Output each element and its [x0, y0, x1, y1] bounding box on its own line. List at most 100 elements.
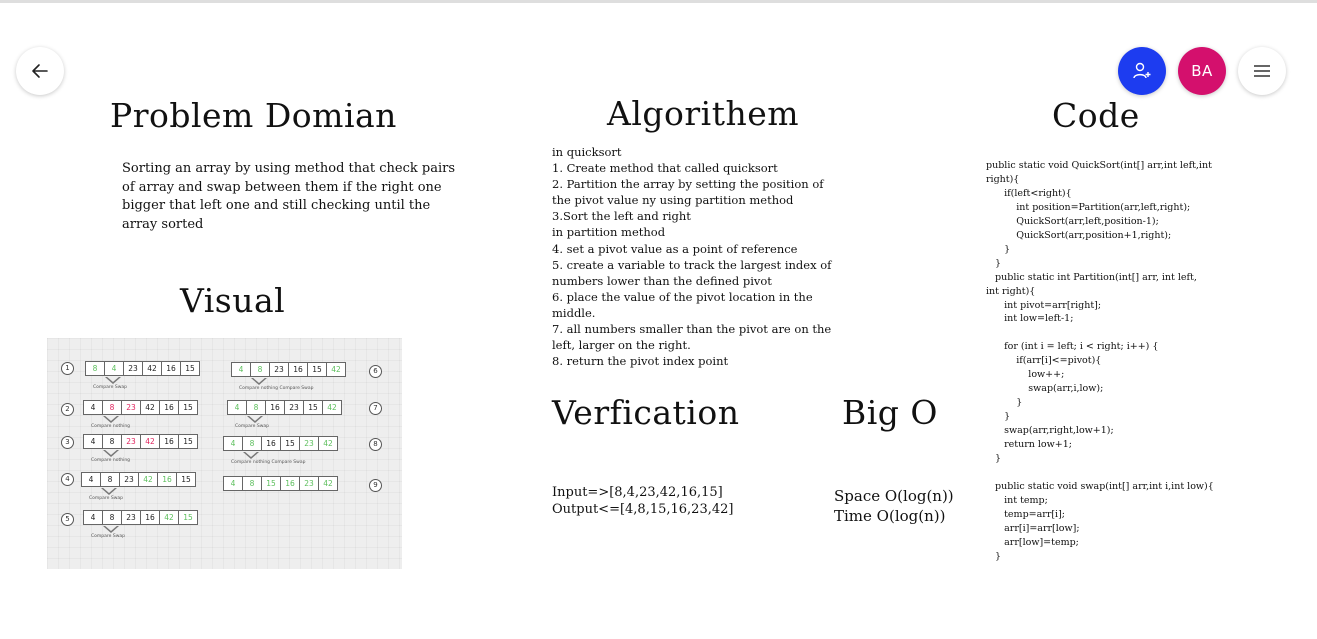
step-caption: Compare Swap [93, 385, 127, 390]
step-number: 3 [61, 436, 74, 449]
array-cell: 16 [266, 401, 285, 414]
array-cell: 8 [243, 437, 262, 450]
step-caption: Compare Swap [235, 424, 269, 429]
big-o-text: Space O(log(n)) Time O(log(n)) [834, 486, 954, 526]
code-line: if(left<right){ [986, 187, 1072, 199]
algorithm-line: 1. Create method that called quicksort [552, 161, 778, 176]
step-number: 1 [61, 362, 74, 375]
code-line: QuickSort(arr,position+1,right); [986, 229, 1172, 241]
step-number: 7 [369, 402, 382, 415]
array-cell: 23 [300, 437, 319, 450]
array-row: 4 8 23 42 16 15 [83, 434, 198, 449]
algorithm-line: the pivot value ny using partition metho… [552, 193, 794, 208]
array-cell: 42 [327, 403, 337, 412]
code-line: } [986, 397, 1023, 409]
array-cell: 8 [251, 363, 270, 376]
avatar[interactable]: BA [1178, 47, 1226, 95]
verification-input: Input=>[8,4,23,42,16,15] [552, 485, 723, 500]
array-cell: 23 [270, 363, 289, 376]
array-cell: 42 [139, 473, 158, 486]
array-cell: 4 [228, 401, 247, 414]
problem-domain-heading: Problem Domian [110, 96, 397, 135]
code-line: int temp; [986, 494, 1048, 506]
array-row: 4 8 16 15 23 42 [223, 436, 338, 451]
code-line: right){ [986, 173, 1020, 185]
algorithm-line: left, larger on the right. [552, 338, 691, 353]
array-cell: 16 [141, 511, 160, 524]
array-row: 4 8 15 16 23 42 [223, 476, 338, 491]
add-person-icon [1133, 62, 1151, 79]
array-cell: 42 [323, 479, 333, 488]
share-button[interactable] [1118, 47, 1166, 95]
array-cell: 8 [103, 511, 122, 524]
big-o-heading: Big O [842, 393, 938, 432]
algorithm-line: 3.Sort the left and right [552, 209, 691, 224]
array-cell: 42 [160, 511, 179, 524]
verification-text: Input=>[8,4,23,42,16,15] Output<=[4,8,15… [552, 484, 733, 518]
verification-heading: Verfication [552, 393, 740, 432]
array-cell: 23 [300, 477, 319, 490]
arrow-left-icon [32, 64, 48, 78]
array-row: 4 8 23 42 16 15 [81, 472, 196, 487]
array-cell: 42 [143, 362, 162, 375]
array-cell: 4 [82, 473, 101, 486]
code-line: int pivot=arr[right]; [986, 299, 1102, 311]
array-cell: 4 [84, 435, 103, 448]
algorithm-line: 6. place the value of the pivot location… [552, 289, 813, 304]
array-cell: 16 [160, 401, 179, 414]
array-row: 4 8 23 42 16 15 [83, 400, 198, 415]
problem-domain-text: Sorting an array by using method that ch… [122, 161, 455, 232]
step-number: 6 [369, 365, 382, 378]
code-line: return low+1; [986, 439, 1072, 451]
algorithm-heading: Algorithem [607, 94, 800, 133]
array-cell: 4 [84, 401, 103, 414]
array-cell: 42 [331, 365, 341, 374]
code-line: swap(arr,i,low); [986, 383, 1104, 395]
algorithm-line: 2. Partition the array by setting the po… [552, 177, 824, 192]
array-cell: 4 [232, 363, 251, 376]
array-cell: 42 [141, 435, 160, 448]
compare-marker [247, 415, 263, 423]
array-row: 8 4 23 42 16 15 [85, 361, 200, 376]
array-cell: 23 [122, 435, 141, 448]
code-line: } [986, 257, 1002, 269]
algorithm-line: 4. set a pivot value as a point of refer… [552, 241, 798, 256]
step-number: 5 [61, 513, 74, 526]
step-caption: Compare nothing Compare Swap [239, 386, 314, 391]
code-line: } [986, 550, 1002, 562]
compare-marker [243, 451, 259, 459]
array-cell: 15 [183, 403, 193, 412]
hamburger-menu-icon [1254, 65, 1270, 77]
step-number: 4 [61, 473, 74, 486]
code-line: arr[i]=arr[low]; [986, 522, 1080, 534]
algorithm-line: 7. all numbers smaller than the pivot ar… [552, 322, 832, 337]
back-button[interactable] [16, 47, 64, 95]
algorithm-steps: in quicksort 1. Create method that called… [552, 144, 862, 369]
array-cell: 15 [183, 437, 193, 446]
code-line: int low=left-1; [986, 313, 1074, 325]
menu-button[interactable] [1238, 47, 1286, 95]
step-number: 2 [61, 403, 74, 416]
array-cell: 16 [262, 437, 281, 450]
step-number: 9 [369, 479, 382, 492]
array-cell: 23 [122, 401, 141, 414]
code-line: } [986, 453, 1002, 465]
code-line: } [986, 243, 1011, 255]
code-line: int position=Partition(arr,left,right); [986, 201, 1191, 213]
array-cell: 23 [120, 473, 139, 486]
step-caption: Compare nothing [91, 458, 131, 463]
code-line: public static void QuickSort(int[] arr,i… [986, 160, 1212, 171]
array-cell: 15 [308, 363, 327, 376]
array-cell: 16 [162, 362, 181, 375]
algorithm-line: 5. create a variable to track the larges… [552, 257, 832, 272]
compare-marker [251, 377, 267, 385]
step-caption: Compare Swap [89, 496, 123, 501]
array-cell: 8 [247, 401, 266, 414]
verification-output: Output<=[4,8,15,16,23,42] [552, 502, 734, 517]
array-row: 4 8 23 16 15 42 [231, 362, 346, 377]
array-cell: 4 [105, 362, 124, 375]
array-cell: 16 [281, 477, 300, 490]
algorithm-line: middle. [552, 305, 596, 320]
algorithm-line: 8. return the pivot index point [552, 354, 729, 369]
array-cell: 16 [289, 363, 308, 376]
